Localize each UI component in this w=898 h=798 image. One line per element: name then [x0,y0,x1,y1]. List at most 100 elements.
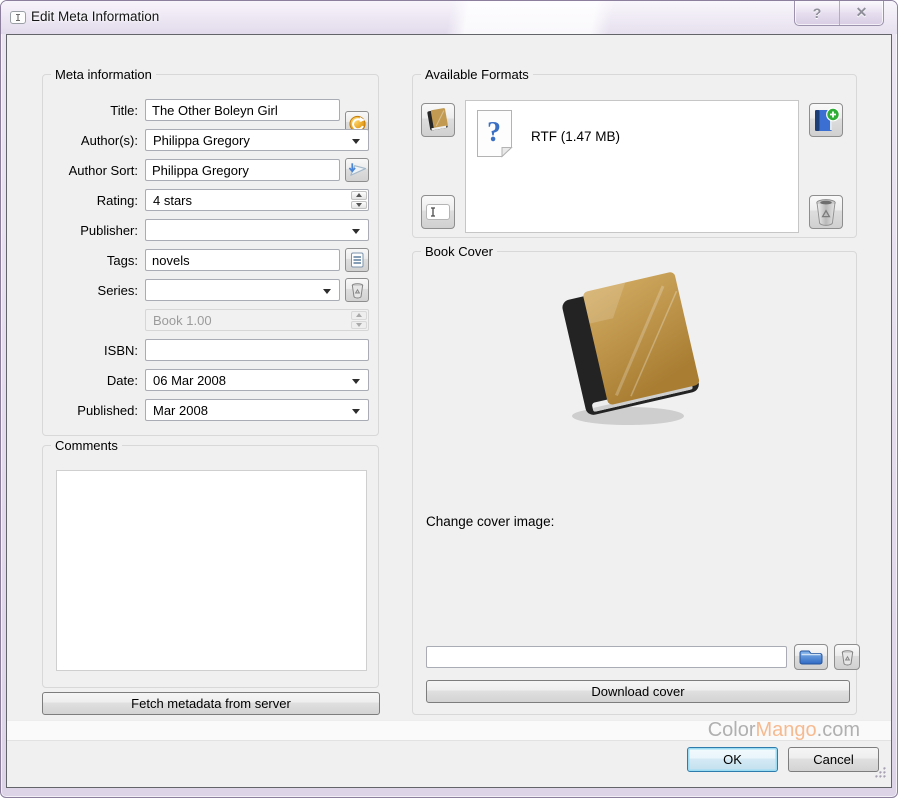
published-label: Published: [52,403,138,418]
tags-row: Tags: [52,249,369,271]
title-row: Title: [52,99,369,121]
spin-up-icon[interactable] [351,191,367,200]
watermark: ColorMango.com [7,720,891,741]
remove-format-button[interactable] [809,195,843,229]
chevron-down-icon [352,409,360,414]
series-row: Series: [52,279,369,301]
series-select[interactable] [145,279,340,301]
help-button[interactable]: ? [795,0,839,25]
comments-textarea[interactable] [56,470,367,671]
dialog-window: Edit Meta Information ? ✕ Meta informati… [0,0,898,798]
trash-small-icon [350,282,365,299]
browse-cover-button[interactable] [794,644,828,670]
book-cover-group: Book Cover [412,251,857,715]
authors-row: Author(s): Philippa Gregory [52,129,369,151]
folder-open-icon [798,648,824,666]
series-index-row: Book 1.00 [52,309,369,331]
author-sort-arrow-icon [347,161,368,179]
tags-input[interactable] [145,249,340,271]
rating-spinner[interactable]: 4 stars [145,189,369,211]
default-book-cover-image [540,272,730,437]
formats-list[interactable]: ? RTF (1.47 MB) [465,100,799,233]
close-icon: ✕ [856,4,868,21]
auto-author-sort-button[interactable] [345,158,369,182]
date-row: Date: 06 Mar 2008 [52,369,369,391]
series-label: Series: [52,283,138,298]
trash-small-icon [840,649,855,666]
ok-button[interactable]: OK [687,747,778,772]
close-button[interactable]: ✕ [839,0,883,25]
series-index-value: Book 1.00 [153,313,212,328]
tag-editor-button[interactable] [345,248,369,272]
add-format-button[interactable] [809,103,843,137]
meta-group-label: Meta information [51,67,156,82]
formats-group-label: Available Formats [421,67,533,82]
cancel-button[interactable]: Cancel [788,747,879,772]
tags-label: Tags: [52,253,138,268]
published-row: Published: Mar 2008 [52,399,369,421]
authors-value: Philippa Gregory [153,133,250,148]
date-label: Date: [52,373,138,388]
trash-icon [814,198,838,226]
date-select[interactable]: 06 Mar 2008 [145,369,369,391]
text-cursor-icon [425,202,451,222]
publisher-row: Publisher: [52,219,369,241]
publisher-label: Publisher: [52,223,138,238]
cover-group-label: Book Cover [421,244,497,259]
isbn-input[interactable] [145,339,369,361]
dialog-client-area: Meta information Title: Author(s): Phili… [6,34,892,788]
watermark-color: Color [708,719,756,741]
spinner-arrows [351,311,367,329]
clear-series-button[interactable] [345,278,369,302]
comments-group: Comments [42,445,379,688]
reset-cover-button[interactable] [834,644,860,670]
authors-label: Author(s): [52,133,138,148]
window-title: Edit Meta Information [31,1,159,32]
add-format-icon [812,106,840,134]
chevron-down-icon [352,139,360,144]
isbn-row: ISBN: [52,339,369,361]
series-index-spinner: Book 1.00 [145,309,369,331]
published-select[interactable]: Mar 2008 [145,399,369,421]
format-list-item[interactable]: ? RTF (1.47 MB) [466,101,798,171]
rating-label: Rating: [52,193,138,208]
published-value: Mar 2008 [153,403,208,418]
cover-path-input[interactable] [426,646,787,668]
isbn-label: ISBN: [52,343,138,358]
author-sort-input[interactable] [145,159,340,181]
title-bar[interactable]: Edit Meta Information ? ✕ [1,1,897,34]
set-metadata-from-format-button[interactable] [421,195,455,229]
window-icon [10,11,26,29]
publisher-select[interactable] [145,219,369,241]
spinner-arrows[interactable] [351,191,367,209]
spin-down-icon[interactable] [351,201,367,210]
tag-list-icon [349,251,365,269]
watermark-mango: Mango [756,719,817,741]
resize-grip[interactable] [874,766,887,784]
author-sort-row: Author Sort: [52,159,369,181]
date-value: 06 Mar 2008 [153,373,226,388]
unknown-format-file-icon: ? [474,109,515,163]
chevron-down-icon [352,379,360,384]
available-formats-group: Available Formats [412,74,857,238]
svg-text:?: ? [487,117,501,148]
change-cover-label: Change cover image: [426,514,554,529]
download-cover-button[interactable]: Download cover [426,680,850,703]
meta-information-group: Meta information Title: Author(s): Phili… [42,74,379,436]
title-label: Title: [52,103,138,118]
format-label: RTF (1.47 MB) [531,129,620,144]
chevron-down-icon [323,289,331,294]
rating-row: Rating: 4 stars [52,189,369,211]
comments-group-label: Comments [51,438,122,453]
fetch-metadata-button[interactable]: Fetch metadata from server [42,692,380,715]
author-sort-label: Author Sort: [52,163,138,178]
book-icon [425,107,451,133]
spin-up-icon [351,311,367,320]
rating-value: 4 stars [153,193,192,208]
authors-select[interactable]: Philippa Gregory [145,129,369,151]
set-cover-from-format-button[interactable] [421,103,455,137]
help-icon: ? [813,5,822,21]
spin-down-icon [351,321,367,330]
chevron-down-icon [352,229,360,234]
title-input[interactable] [145,99,340,121]
